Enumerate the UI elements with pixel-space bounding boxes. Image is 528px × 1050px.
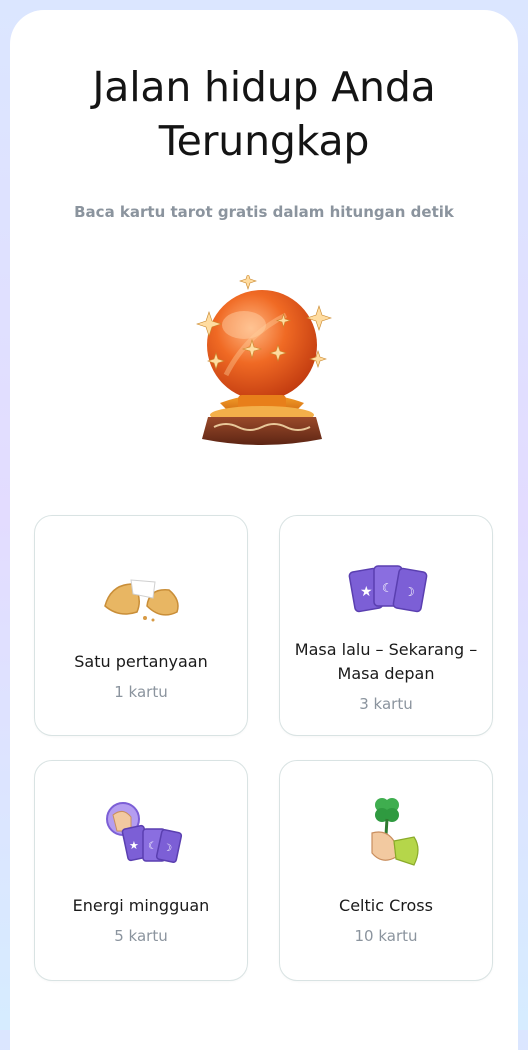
reading-card-weekly-energy[interactable]: ★ ☾ ☽ Energi mingguan 5 kartu <box>34 760 248 981</box>
svg-text:★: ★ <box>129 839 139 852</box>
fortune-cookie-icon <box>104 579 179 622</box>
reading-card-title-line-2: Masa depan <box>337 664 435 683</box>
reading-card-past-present-future[interactable]: ★ ☾ ☽ Masa lalu – Sekarang – Masa depan … <box>279 515 493 736</box>
reading-card-title: Satu pertanyaan <box>74 652 208 671</box>
reading-card-count: 5 kartu <box>114 927 168 945</box>
reading-card-one-question[interactable]: Satu pertanyaan 1 kartu <box>34 515 248 736</box>
page-title-line-1: Jalan hidup Anda <box>92 63 436 111</box>
tarot-cards-icon: ★ ☾ ☽ <box>348 565 428 613</box>
page-subtitle: Baca kartu tarot gratis dalam hitungan d… <box>74 203 454 221</box>
hand-clover-icon <box>371 798 419 866</box>
reading-card-celtic-cross[interactable]: Celtic Cross 10 kartu <box>279 760 493 981</box>
svg-text:☾: ☾ <box>382 581 393 595</box>
page-title: Jalan hidup Anda Terungkap <box>0 60 528 168</box>
crystal-ball-icon <box>196 275 332 445</box>
reading-card-count: 10 kartu <box>354 927 418 945</box>
reading-card-title: Masa lalu – Sekarang – Masa depan <box>280 638 492 686</box>
reading-card-count: 1 kartu <box>114 683 168 701</box>
reading-card-title: Celtic Cross <box>339 896 433 915</box>
reading-card-title-line-1: Masa lalu – Sekarang – <box>294 640 478 659</box>
hand-holding-cards-icon: ★ ☾ ☽ <box>106 802 183 863</box>
svg-text:☾: ☾ <box>148 841 157 852</box>
svg-text:★: ★ <box>360 584 373 600</box>
svg-text:☽: ☽ <box>404 585 415 599</box>
reading-card-title: Energi mingguan <box>72 896 210 915</box>
svg-text:☽: ☽ <box>163 843 172 854</box>
page-title-line-2: Terungkap <box>158 117 370 165</box>
reading-card-count: 3 kartu <box>359 695 413 713</box>
